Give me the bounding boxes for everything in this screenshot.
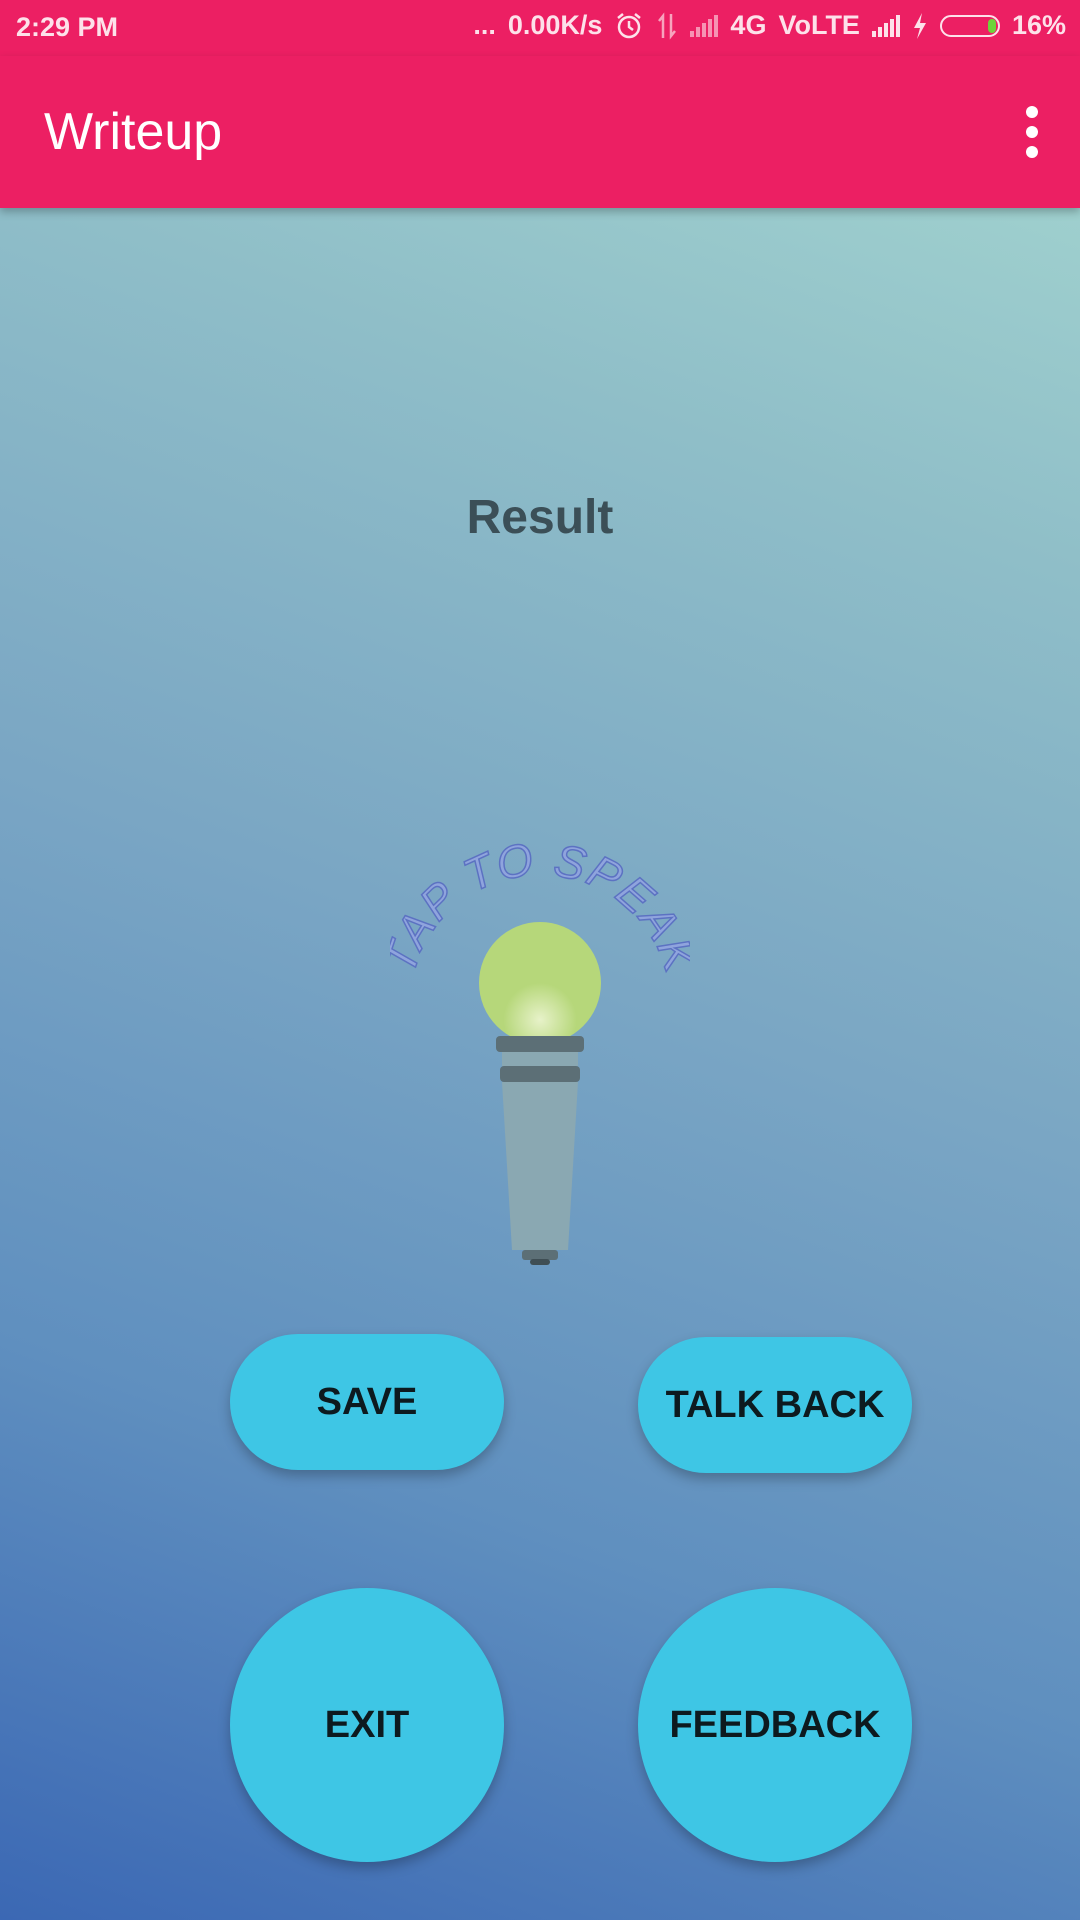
battery-level	[987, 18, 996, 33]
status-time: 2:29 PM	[16, 12, 119, 42]
overflow-menu-icon[interactable]	[1022, 106, 1042, 158]
battery-icon	[939, 14, 1000, 37]
microphone-icon: TAP TO SPEAK	[372, 832, 706, 1265]
talk-back-button[interactable]: TALK BACK	[638, 1337, 912, 1473]
exit-button[interactable]: EXIT	[230, 1588, 504, 1862]
data-arrows-icon	[658, 11, 677, 40]
tap-to-speak-button[interactable]: TAP TO SPEAK	[372, 832, 706, 1280]
more-dots-icon: ...	[473, 10, 496, 40]
charging-icon	[913, 12, 926, 39]
status-bar: 2:29 PM ... 0.00K/s 4G VoLTE 16%	[0, 0, 1080, 56]
network-speed: 0.00K/s	[507, 10, 603, 40]
save-button[interactable]: SAVE	[230, 1334, 504, 1470]
result-text: Result	[466, 491, 614, 544]
status-icons: ... 0.00K/s 4G VoLTE 16%	[473, 10, 1066, 41]
alarm-icon	[617, 12, 642, 38]
battery-percent: 16%	[1011, 10, 1066, 40]
signal-icon	[871, 14, 900, 37]
feedback-button[interactable]: FEEDBACK	[638, 1588, 912, 1862]
app-bar: Writeup	[0, 56, 1080, 208]
app-title: Writeup	[44, 103, 223, 161]
network-type: 4G	[730, 10, 767, 40]
screen: 2:29 PM ... 0.00K/s 4G VoLTE 16% Writeup…	[0, 0, 1080, 1920]
signal-icon	[690, 14, 719, 37]
volte-label: VoLTE	[778, 10, 860, 40]
